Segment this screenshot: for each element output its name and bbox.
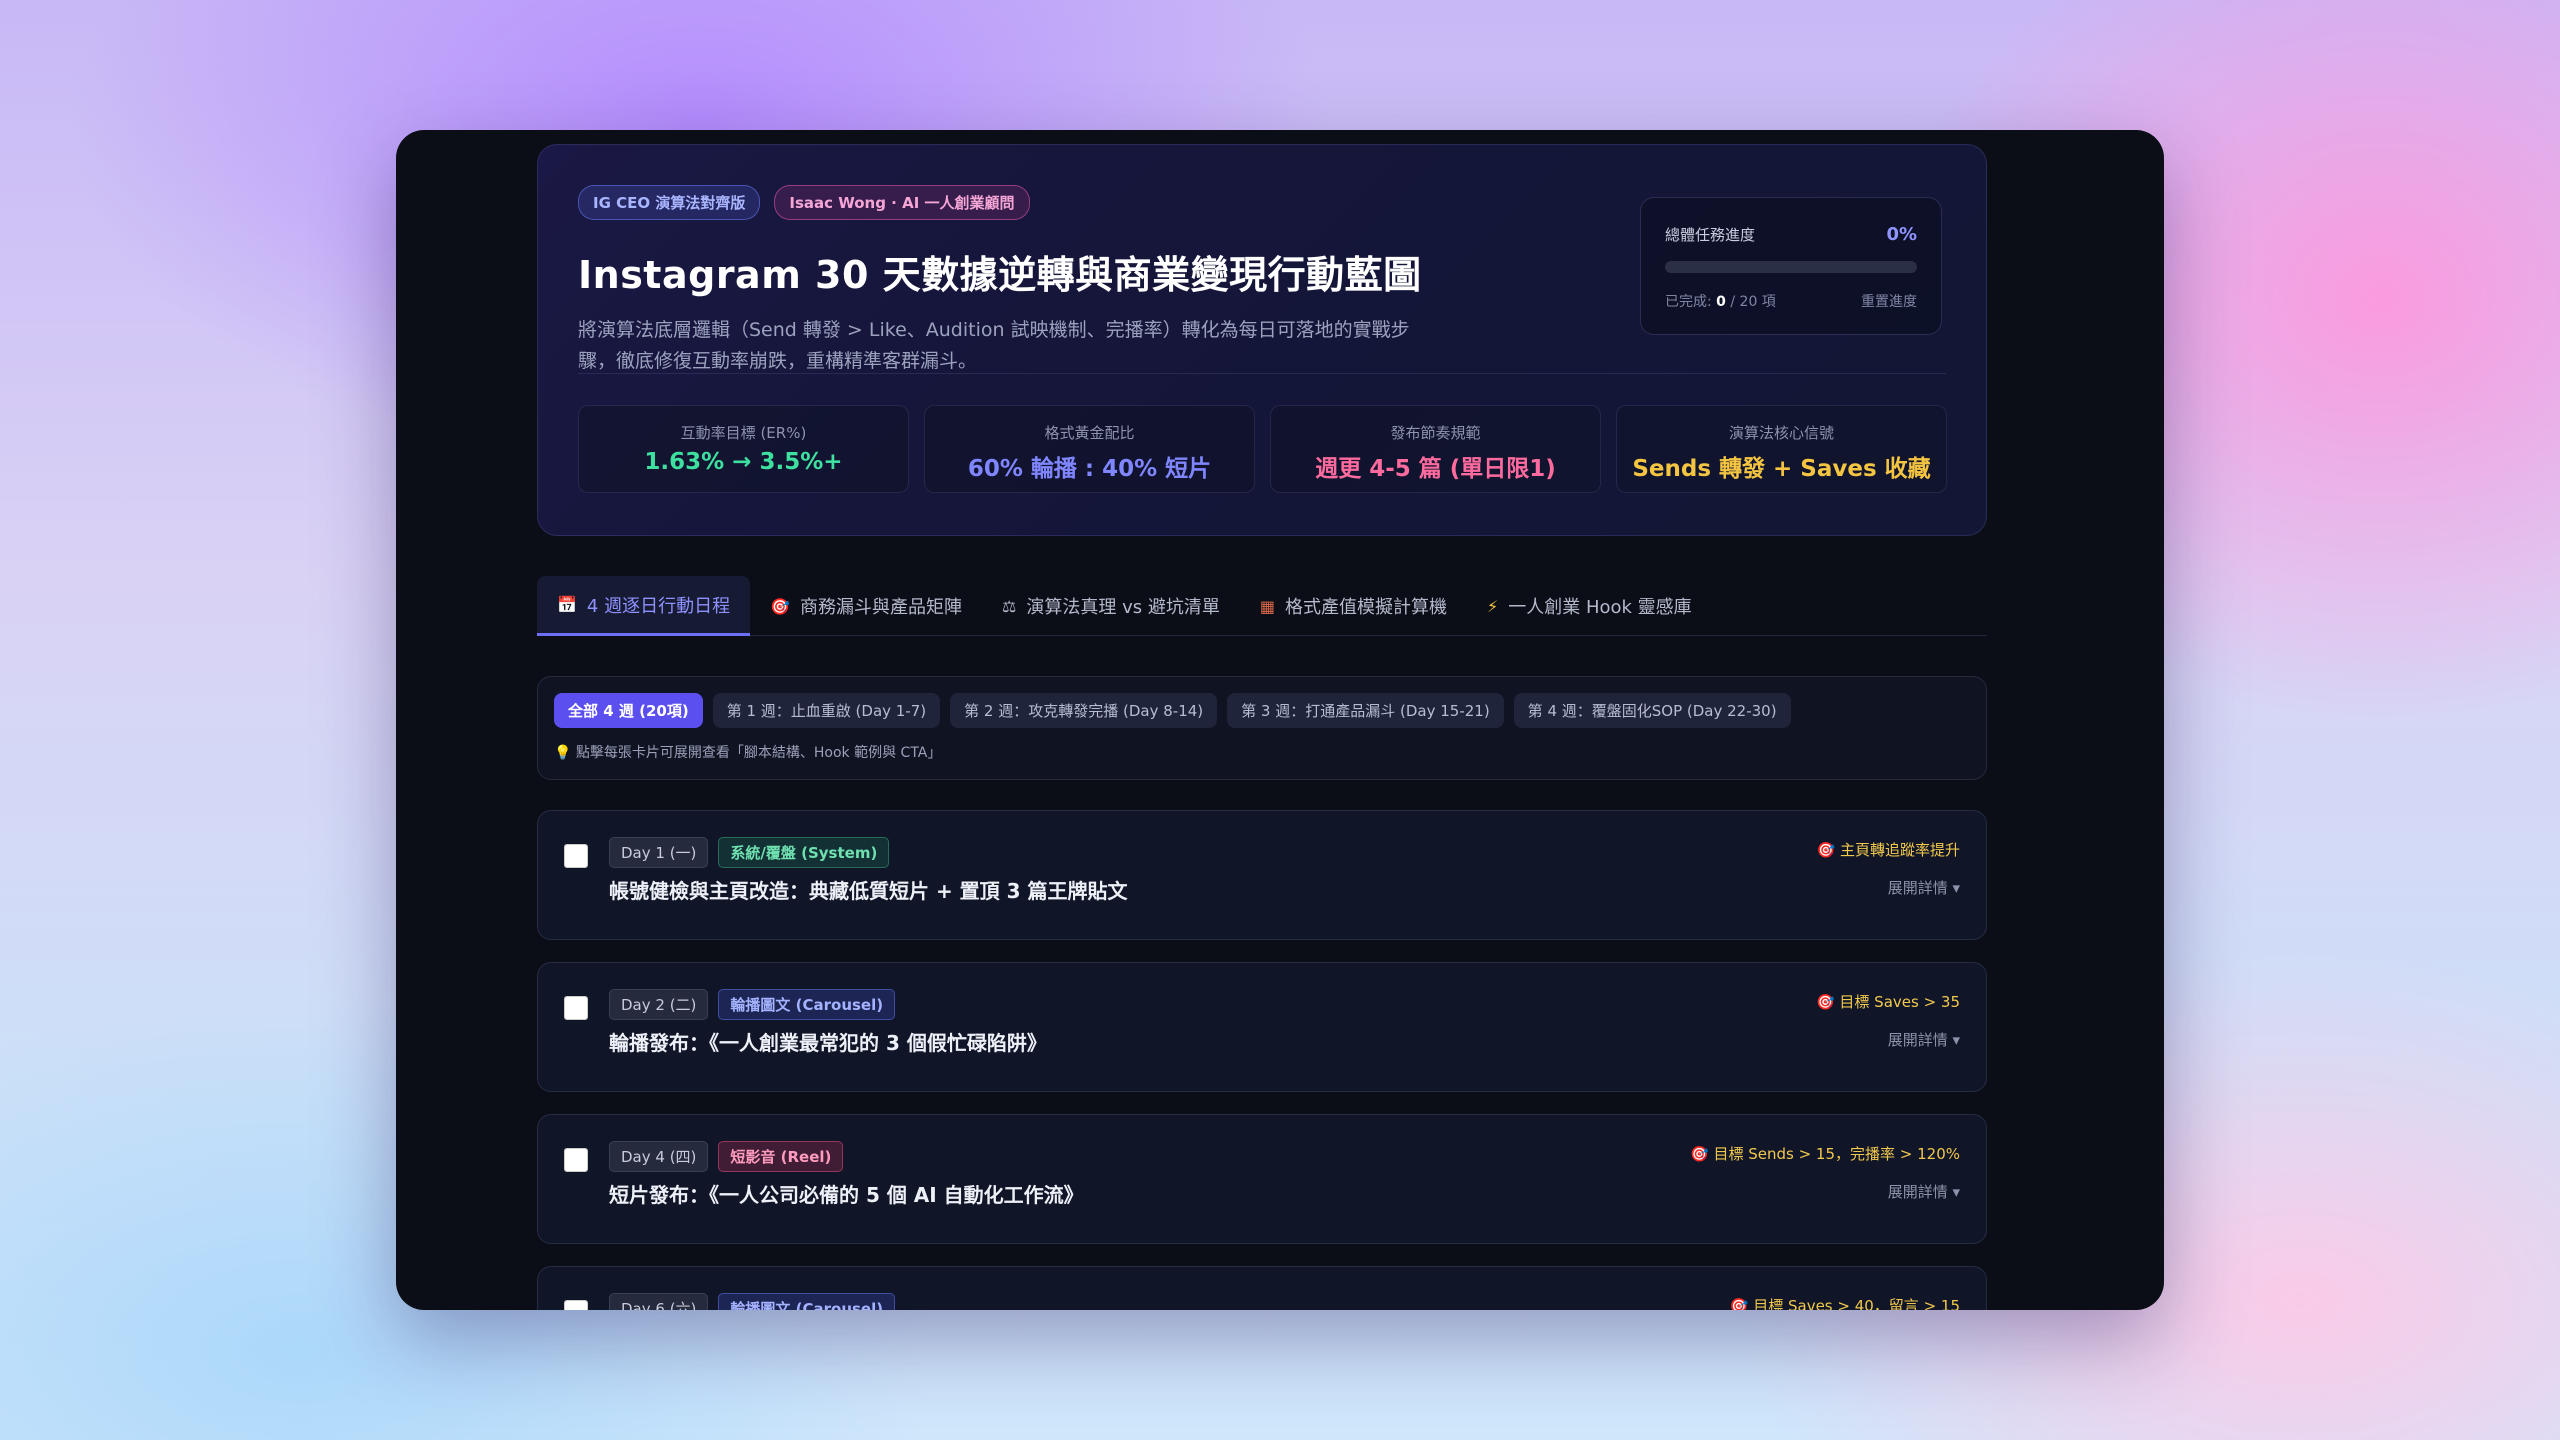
week-filter-panel: 全部 4 週 (20項) 第 1 週：止血重啟 (Day 1-7) 第 2 週：… — [537, 676, 1987, 780]
expand-hint: 💡 點擊每張卡片可展開查看「腳本結構、Hook 範例與 CTA」 — [554, 745, 942, 761]
stat-posting-cadence: 發布節奏規範 週更 4-5 篇 (單日限1) — [1270, 405, 1601, 493]
stat-format-ratio: 格式黃金配比 60% 輪播 : 40% 短片 — [924, 405, 1255, 493]
tab-daily-schedule[interactable]: 📅 4 週逐日行動日程 — [537, 576, 751, 636]
stat-value: Sends 轉發 + Saves 收藏 — [1632, 456, 1931, 482]
filter-week-4[interactable]: 第 4 週：覆盤固化SOP (Day 22-30) — [1513, 693, 1791, 728]
task-goal: 🎯 目標 Saves > 40，留言 > 15 — [1729, 1297, 1960, 1310]
progress-bar — [1665, 261, 1917, 273]
progress-percent: 0% — [1886, 224, 1917, 245]
day-badge: Day 6 (六) — [609, 1293, 709, 1310]
task-checkbox[interactable] — [564, 1148, 588, 1172]
calculator-icon: ▦ — [1259, 596, 1275, 616]
type-badge: 輪播圖文 (Carousel) — [718, 989, 896, 1020]
hero-card: IG CEO 演算法對齊版 Isaac Wong · AI 一人創業顧問 Ins… — [537, 144, 1987, 536]
progress-done-text: 已完成: 0 / 20 項 — [1665, 294, 1776, 310]
type-badge: 系統/覆盤 (System) — [718, 837, 890, 868]
stat-value: 60% 輪播 : 40% 短片 — [967, 456, 1212, 482]
target-icon: 🎯 — [770, 596, 791, 616]
task-card[interactable]: Day 2 (二) 輪播圖文 (Carousel) 輪播發布：《一人創業最常犯的… — [537, 962, 1987, 1092]
day-badge: Day 2 (二) — [609, 989, 709, 1020]
expand-details-button[interactable]: 展開詳情 ▾ — [1888, 1181, 1960, 1202]
task-goal: 🎯 目標 Sends > 15，完播率 > 120% — [1690, 1145, 1960, 1163]
stat-core-signal: 演算法核心信號 Sends 轉發 + Saves 收藏 — [1616, 405, 1947, 493]
filter-week-2[interactable]: 第 2 週：攻克轉發完播 (Day 8-14) — [950, 693, 1218, 728]
scale-icon: ⚖ — [1002, 596, 1017, 616]
stat-engagement-target: 互動率目標 (ER%) 1.63% → 3.5%+ — [578, 405, 909, 493]
task-goal: 🎯 主頁轉追蹤率提升 — [1816, 841, 1960, 859]
type-badge: 短影音 (Reel) — [718, 1141, 844, 1172]
stats-row: 互動率目標 (ER%) 1.63% → 3.5%+ 格式黃金配比 60% 輪播 … — [578, 405, 1947, 493]
task-goal: 🎯 目標 Saves > 35 — [1815, 993, 1960, 1011]
tab-bar: 📅 4 週逐日行動日程 🎯 商務漏斗與產品矩陣 ⚖ 演算法真理 vs 避坑清單 … — [537, 576, 1987, 636]
progress-label: 總體任務進度 — [1665, 226, 1756, 244]
calendar-icon: 📅 — [557, 595, 577, 614]
tab-algorithm-truths[interactable]: ⚖ 演算法真理 vs 避坑清單 — [982, 576, 1240, 636]
day-badge: Day 4 (四) — [609, 1141, 709, 1172]
badge-author: Isaac Wong · AI 一人創業顧問 — [774, 185, 1030, 220]
reset-progress-button[interactable]: 重置進度 — [1861, 291, 1917, 311]
expand-details-button[interactable]: 展開詳情 ▾ — [1888, 877, 1960, 898]
tab-hook-library[interactable]: ⚡ 一人創業 Hook 靈感庫 — [1467, 576, 1712, 636]
task-title: 帳號健檢與主頁改造：典藏低質短片 + 置頂 3 篇王牌貼文 — [609, 879, 1128, 903]
filter-all-weeks[interactable]: 全部 4 週 (20項) — [554, 693, 703, 728]
stat-value: 1.63% → 3.5%+ — [644, 449, 843, 475]
app-window: IG CEO 演算法對齊版 Isaac Wong · AI 一人創業顧問 Ins… — [396, 130, 2164, 1310]
filter-week-1[interactable]: 第 1 週：止血重啟 (Day 1-7) — [712, 693, 941, 728]
stat-value: 週更 4-5 篇 (單日限1) — [1315, 456, 1556, 482]
task-title: 短片發布：《一人公司必備的 5 個 AI 自動化工作流》 — [609, 1183, 1084, 1207]
lightning-icon: ⚡ — [1486, 596, 1499, 616]
task-checkbox[interactable] — [564, 844, 588, 868]
task-title: 輪播發布：《一人創業最常犯的 3 個假忙碌陷阱》 — [609, 1031, 1047, 1055]
hero-divider — [578, 373, 1946, 374]
tab-business-funnel[interactable]: 🎯 商務漏斗與產品矩陣 — [750, 576, 982, 636]
progress-card: 總體任務進度 0% 已完成: 0 / 20 項 重置進度 — [1640, 197, 1942, 335]
type-badge: 輪播圖文 (Carousel) — [718, 1293, 896, 1310]
task-checkbox[interactable] — [564, 996, 588, 1020]
tab-value-calculator[interactable]: ▦ 格式產值模擬計算機 — [1240, 576, 1467, 636]
badge-ig-ceo: IG CEO 演算法對齊版 — [578, 185, 761, 220]
main-content: IG CEO 演算法對齊版 Isaac Wong · AI 一人創業顧問 Ins… — [537, 144, 1987, 1310]
task-card[interactable]: Day 4 (四) 短影音 (Reel) 短片發布：《一人公司必備的 5 個 A… — [537, 1114, 1987, 1244]
page-description: 將演算法底層邏輯（Send 轉發 > Like、Audition 試映機制、完播… — [578, 319, 1410, 372]
filter-week-3[interactable]: 第 3 週：打通產品漏斗 (Day 15-21) — [1227, 693, 1504, 728]
task-checkbox[interactable] — [564, 1300, 588, 1310]
day-badge: Day 1 (一) — [609, 837, 709, 868]
expand-details-button[interactable]: 展開詳情 ▾ — [1888, 1029, 1960, 1050]
progress-done-count: 0 — [1716, 294, 1726, 310]
task-card[interactable]: Day 1 (一) 系統/覆盤 (System) 帳號健檢與主頁改造：典藏低質短… — [537, 810, 1987, 940]
task-card[interactable]: Day 6 (六) 輪播圖文 (Carousel) 🎯 目標 Saves > 4… — [537, 1266, 1987, 1310]
